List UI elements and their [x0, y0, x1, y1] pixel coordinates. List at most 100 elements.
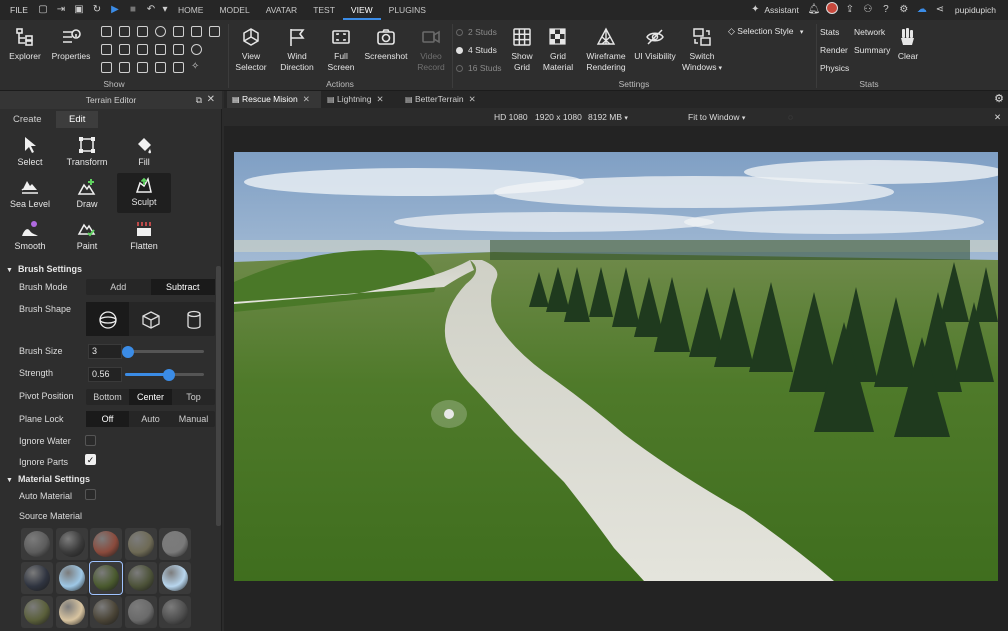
material-limestone[interactable]: [55, 596, 88, 628]
wireframe-rendering-button[interactable]: Wireframe Rendering: [582, 26, 630, 73]
slider-knob[interactable]: [122, 345, 134, 358]
tab-avatar[interactable]: AVATAR: [258, 0, 306, 20]
tool-paint[interactable]: Paint: [60, 217, 114, 255]
avatar-icon[interactable]: [823, 0, 841, 20]
3d-viewport[interactable]: [234, 152, 998, 581]
open-file-icon[interactable]: ⇥: [52, 0, 70, 20]
assistant-icon[interactable]: ✦: [746, 0, 764, 20]
network-stats-button[interactable]: Network: [854, 27, 890, 38]
ui-visibility-button[interactable]: UI Visibility: [630, 26, 680, 62]
pivot-top[interactable]: Top: [172, 389, 215, 405]
plane-lock-manual[interactable]: Manual: [172, 411, 215, 427]
selection-style-dropdown[interactable]: ◇ Selection Style ▾: [728, 26, 812, 38]
asset-manager-icon[interactable]: [119, 26, 130, 37]
assistant-button[interactable]: Assistant: [764, 0, 805, 20]
terrain-editor-icon[interactable]: [155, 44, 166, 55]
properties-button[interactable]: Properties: [48, 26, 94, 62]
avatar-importer-icon[interactable]: [155, 62, 166, 73]
help-icon[interactable]: ?: [877, 0, 895, 20]
new-file-icon[interactable]: ▢: [34, 0, 52, 20]
material-ice[interactable]: [159, 562, 191, 594]
memory-selector[interactable]: 8192 MB ▾: [588, 108, 628, 128]
full-screen-button[interactable]: Full Screen: [320, 26, 362, 73]
pivot-bottom[interactable]: Bottom: [86, 389, 129, 405]
share-icon[interactable]: ⇪: [841, 0, 859, 20]
tool-select[interactable]: Select: [3, 133, 57, 171]
tool-sculpt[interactable]: Sculpt: [117, 173, 171, 213]
undo-icon[interactable]: ↶: [142, 0, 160, 20]
panel-scrollbar[interactable]: [216, 266, 221, 526]
command-bar-icon[interactable]: [191, 26, 202, 37]
history-icon[interactable]: [191, 44, 202, 55]
username-label[interactable]: pupidupich: [949, 0, 1008, 20]
tab-view[interactable]: VIEW: [342, 0, 381, 20]
ignore-water-checkbox[interactable]: [85, 435, 96, 446]
toolbox-icon[interactable]: [101, 26, 112, 37]
pivot-center[interactable]: Center: [129, 389, 172, 405]
brush-shape-cube[interactable]: [129, 302, 172, 336]
tab-model[interactable]: MODEL: [211, 0, 257, 20]
stop-icon[interactable]: ■: [124, 0, 142, 20]
grid-material-button[interactable]: Grid Material: [538, 26, 578, 73]
alignment-icon[interactable]: [119, 62, 130, 73]
tool-draw[interactable]: Draw: [60, 175, 114, 213]
brush-size-input[interactable]: 3: [88, 344, 122, 359]
game-explorer-icon[interactable]: [119, 44, 130, 55]
output-icon[interactable]: [137, 26, 148, 37]
undo-dropdown-icon[interactable]: ▾: [160, 0, 170, 20]
close-icon[interactable]: ✕: [469, 94, 476, 104]
ignore-parts-checkbox[interactable]: ✓: [85, 454, 96, 465]
tool-smooth[interactable]: Smooth: [3, 217, 57, 255]
collaborators-icon[interactable]: ⚇: [859, 0, 877, 20]
material-settings-header[interactable]: ▼ Material Settings: [6, 474, 90, 484]
save-icon[interactable]: ▣: [70, 0, 88, 20]
brush-mode-add[interactable]: Add: [86, 279, 151, 295]
switch-windows-button[interactable]: Switch Windows ▾: [680, 26, 724, 74]
redo-icon[interactable]: ↻: [88, 0, 106, 20]
tool-transform[interactable]: Transform: [60, 133, 114, 171]
tab-home[interactable]: HOME: [170, 0, 212, 20]
material-brick[interactable]: [90, 528, 122, 560]
brush-size-slider[interactable]: [122, 345, 204, 358]
undock-icon[interactable]: ⧉: [196, 91, 202, 109]
stats-button[interactable]: Stats: [820, 27, 840, 38]
strength-slider[interactable]: [125, 368, 204, 381]
studs-option-16[interactable]: 16 Studs: [456, 63, 502, 73]
doc-tab-rescue-mision[interactable]: ▤ Rescue Mision ✕: [227, 91, 321, 108]
context-icon[interactable]: [101, 62, 112, 73]
plane-lock-auto[interactable]: Auto: [129, 411, 172, 427]
tag-editor-icon[interactable]: [173, 26, 184, 37]
summary-stats-button[interactable]: Summary: [854, 45, 894, 56]
material-cobblestone[interactable]: [124, 528, 157, 560]
tool-flatten[interactable]: Flatten: [117, 217, 171, 255]
clear-stats-button[interactable]: Clear: [894, 26, 922, 62]
bookmarks-icon[interactable]: [173, 44, 184, 55]
explorer-button[interactable]: Explorer: [4, 26, 46, 62]
material-grass[interactable]: [89, 561, 123, 595]
sparkle-icon[interactable]: ✧: [191, 62, 202, 73]
view-selector-button[interactable]: View Selector: [230, 26, 272, 73]
rotate-icon[interactable]: ◌: [788, 108, 793, 126]
material-concrete[interactable]: [159, 528, 191, 560]
tab-plugins[interactable]: PLUGINS: [381, 0, 434, 20]
localization-icon[interactable]: [173, 62, 184, 73]
file-menu[interactable]: FILE: [0, 0, 34, 20]
render-stats-button[interactable]: Render: [820, 45, 850, 56]
tab-create[interactable]: Create: [0, 111, 55, 128]
close-icon[interactable]: ✕: [303, 94, 310, 104]
tab-test[interactable]: TEST: [305, 0, 343, 20]
screenshot-button[interactable]: Screenshot: [364, 26, 408, 62]
doc-tab-betterterrain[interactable]: ▤ BetterTerrain ✕: [400, 91, 490, 108]
brush-settings-header[interactable]: ▼ Brush Settings: [6, 264, 82, 274]
chat-icon[interactable]: [209, 26, 220, 37]
device-emulator-icon[interactable]: [137, 62, 148, 73]
close-icon[interactable]: ✕: [207, 91, 215, 109]
material-mud[interactable]: [90, 596, 122, 628]
settings-icon[interactable]: ⚙: [895, 0, 913, 20]
auto-material-checkbox[interactable]: [85, 489, 96, 500]
tab-edit[interactable]: Edit: [56, 111, 99, 128]
physics-stats-button[interactable]: Physics: [820, 63, 854, 74]
tool-fill[interactable]: Fill: [117, 133, 171, 171]
material-glacier[interactable]: [55, 562, 88, 594]
studs-option-2[interactable]: 2 Studs: [456, 27, 497, 37]
